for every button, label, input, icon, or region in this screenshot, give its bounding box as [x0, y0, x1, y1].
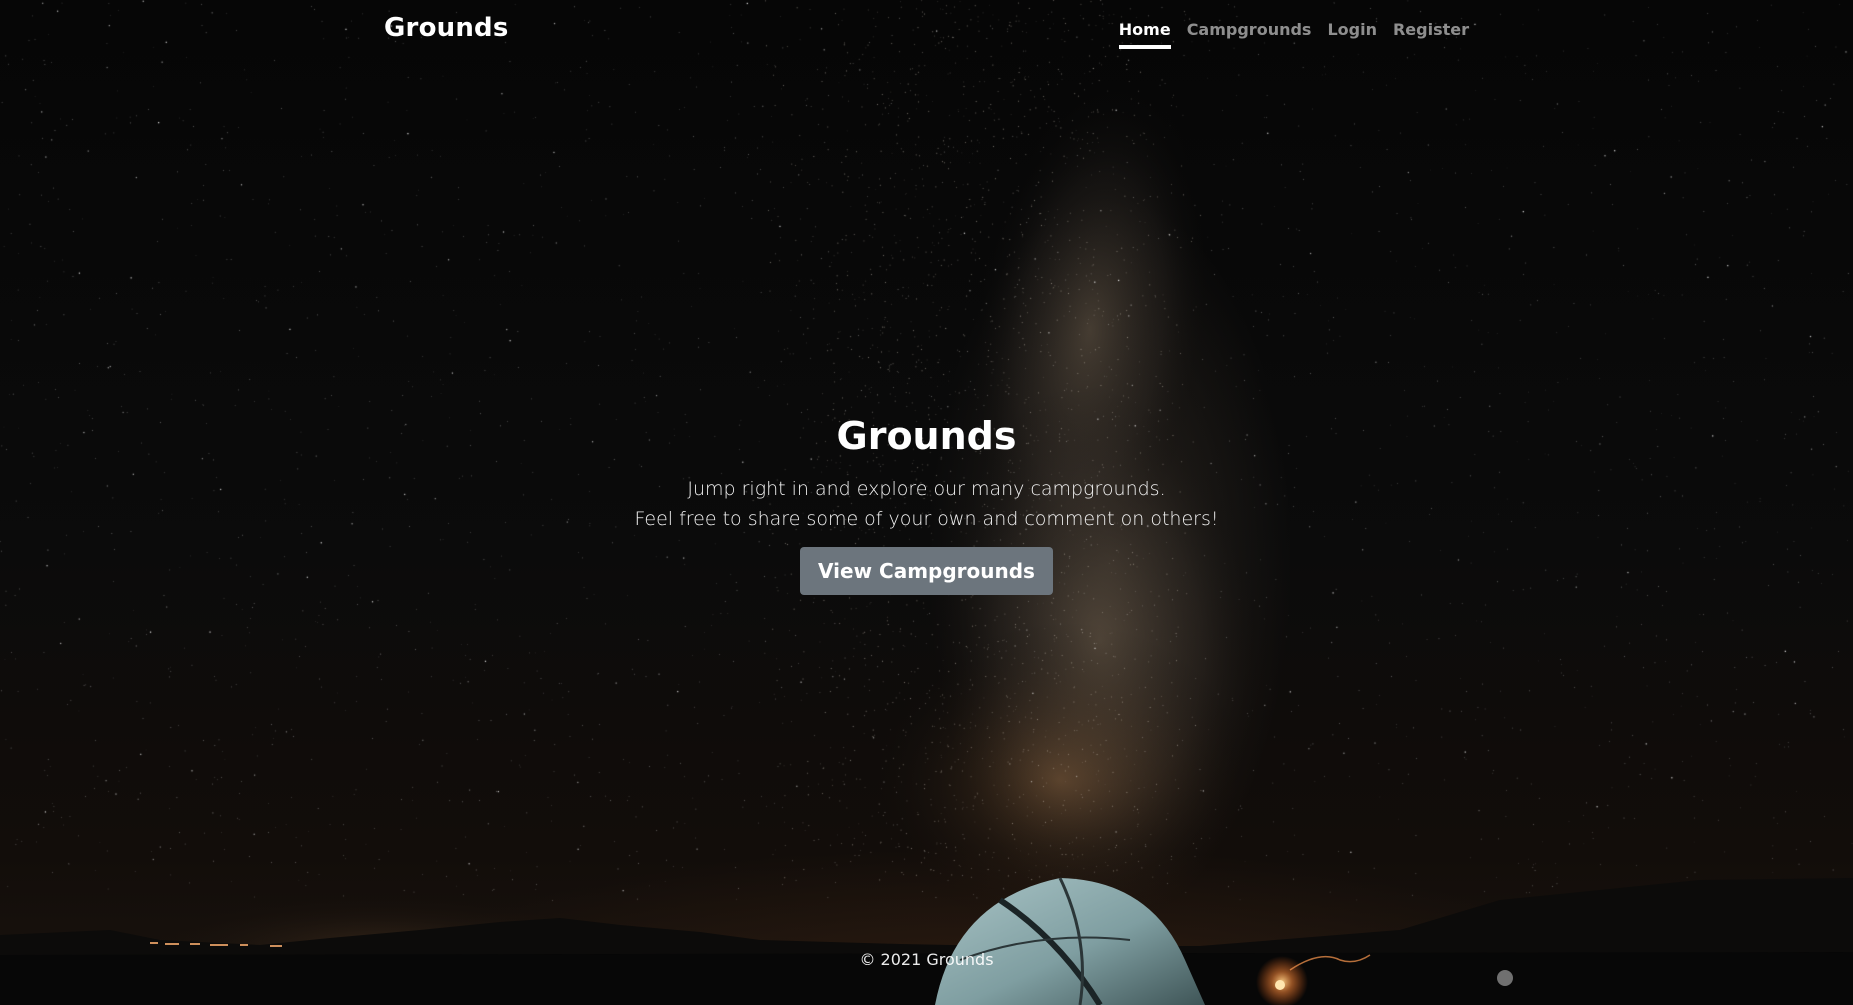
footer-copyright: © 2021 Grounds [859, 950, 994, 969]
nav-home[interactable]: Home [1118, 20, 1171, 49]
view-campgrounds-button[interactable]: View Campgrounds [800, 547, 1053, 595]
hero-tagline-1: Jump right in and explore our many campg… [687, 478, 1166, 500]
nav-login[interactable]: Login [1327, 20, 1377, 49]
page-background: Grounds Home Campgrounds Login Register … [0, 0, 1853, 1005]
main-nav: Home Campgrounds Login Register [1118, 20, 1469, 49]
brand-logo[interactable]: Grounds [384, 13, 509, 43]
navbar: Grounds Home Campgrounds Login Register [0, 0, 1853, 60]
hero-tagline-2: Feel free to share some of your own and … [634, 508, 1219, 530]
nav-register[interactable]: Register [1393, 20, 1469, 49]
hero-section: Grounds Jump right in and explore our ma… [0, 408, 1853, 595]
hero-title: Grounds [836, 414, 1017, 458]
nav-campgrounds[interactable]: Campgrounds [1187, 20, 1312, 49]
footer: © 2021 Grounds [0, 950, 1853, 969]
